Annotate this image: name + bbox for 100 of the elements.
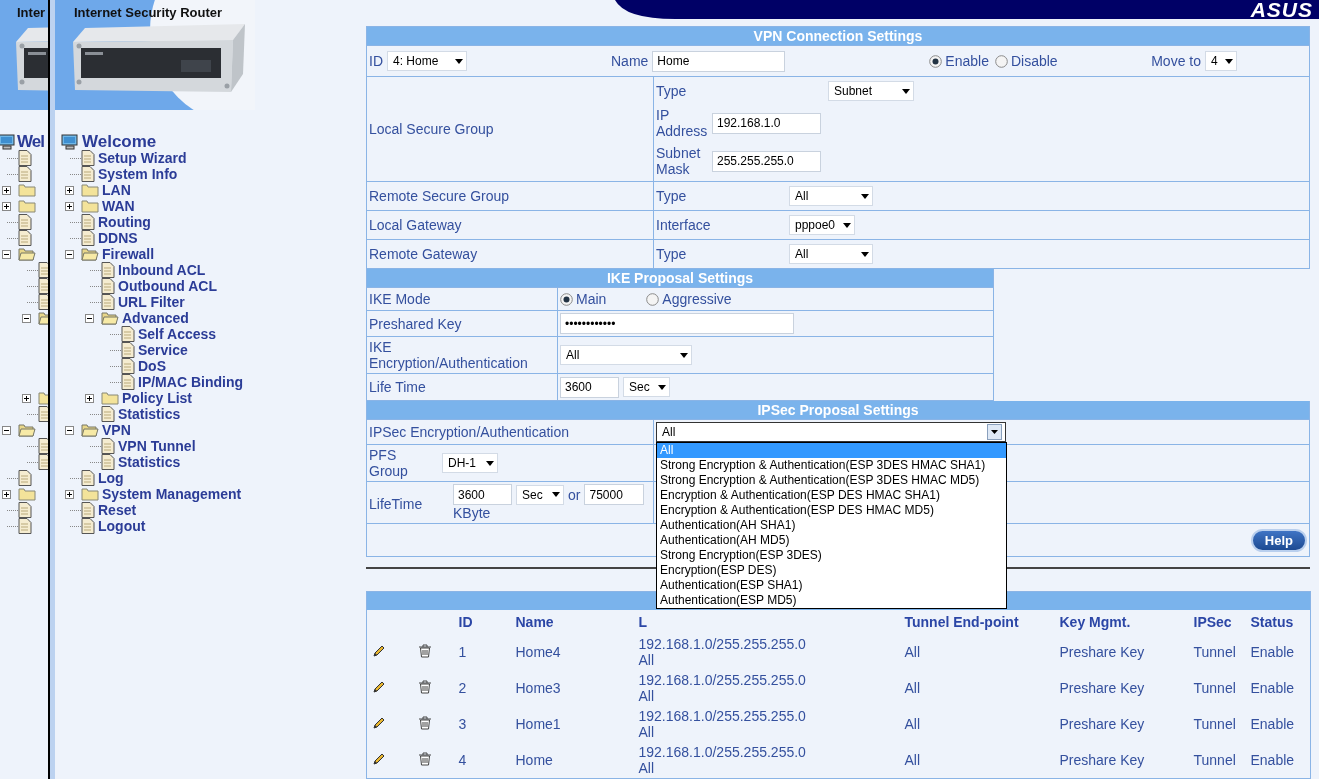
row-label: Remote Gateway [369, 246, 478, 262]
trash-icon[interactable] [417, 715, 432, 730]
trash-icon[interactable] [417, 679, 432, 694]
tree-item[interactable]: Setup Wizard [98, 150, 187, 166]
page-icon [18, 470, 32, 486]
frame-splitter[interactable] [48, 0, 55, 779]
collapse-icon[interactable] [65, 425, 74, 435]
caret-icon [486, 460, 494, 466]
expand-icon[interactable] [65, 489, 74, 499]
input-field[interactable]: 255.255.255.0 [712, 150, 821, 172]
tree-item[interactable]: Statistics [118, 406, 181, 422]
section-header: VPN Connection Settings [366, 26, 1310, 46]
column-header: ID [458, 614, 473, 630]
pencil-icon[interactable] [372, 751, 386, 766]
tree-item[interactable]: Reset [98, 502, 137, 518]
radio-label: Main [576, 291, 607, 307]
collapse-icon[interactable] [2, 425, 11, 435]
password-field[interactable]: •••••••••••• [560, 313, 794, 334]
input-field[interactable]: 75000 [584, 484, 645, 505]
table-cell-text: Enable [1250, 644, 1296, 660]
radio-button[interactable] [994, 54, 1008, 68]
row-label: IKE Mode [369, 291, 431, 307]
dropdown[interactable]: 4 [1205, 51, 1237, 71]
table-cell-text: Home3 [515, 680, 562, 696]
dropdown[interactable]: Sec [516, 484, 564, 505]
collapse-icon[interactable] [22, 313, 31, 323]
tree-item[interactable]: Logout [98, 518, 146, 534]
expand-icon[interactable] [65, 185, 74, 195]
expand-icon[interactable] [2, 489, 11, 499]
folder-icon [18, 199, 36, 213]
table-cell-text: Tunnel [1193, 680, 1237, 696]
tree-item[interactable]: Log [98, 470, 124, 486]
collapse-icon[interactable] [65, 249, 74, 259]
tree-item[interactable]: VPN Tunnel [118, 438, 196, 454]
caret-icon [455, 58, 463, 64]
input-field[interactable]: 192.168.1.0 [712, 112, 821, 134]
table-cell-text: 192.168.1.0/255.255.255.0 [638, 636, 807, 652]
pencil-icon[interactable] [372, 715, 386, 730]
radio-button[interactable] [560, 292, 573, 306]
dropdown[interactable]: All [789, 244, 873, 264]
tree-item[interactable]: Inbound ACL [118, 262, 206, 278]
page-icon [18, 502, 32, 518]
dropdown[interactable]: 4: Home [387, 51, 467, 71]
tree-item[interactable]: System Info [98, 166, 178, 182]
expand-icon[interactable] [85, 393, 94, 403]
section-header: IPSec Proposal Settings [366, 401, 1310, 420]
help-button[interactable]: Help [1250, 528, 1307, 552]
page-icon [81, 166, 95, 182]
collapse-icon[interactable] [2, 249, 11, 259]
tree-item[interactable]: Statistics [118, 454, 181, 470]
tree-item[interactable]: WAN [102, 198, 135, 214]
expand-icon[interactable] [2, 201, 11, 211]
tree-item[interactable]: Self Access [138, 326, 217, 342]
tree-item[interactable]: DoS [138, 358, 166, 374]
row-label: IPSec Encryption/Authentication [369, 424, 569, 440]
caret-icon [658, 384, 666, 390]
table-cell-text: 4 [458, 752, 468, 768]
radio-button[interactable] [929, 54, 943, 68]
tree-item[interactable]: System Management [102, 486, 242, 502]
dropdown[interactable]: All [789, 186, 873, 206]
tree-item[interactable]: DDNS [98, 230, 138, 246]
pencil-icon[interactable] [372, 679, 386, 694]
tree-item[interactable]: Outbound ACL [118, 278, 217, 294]
tree-item[interactable]: VPN [102, 422, 131, 438]
expand-icon[interactable] [2, 185, 11, 195]
table-cell-text: Preshare Key [1059, 680, 1146, 696]
tree-item[interactable]: Service [138, 342, 188, 358]
tree-item[interactable]: IP/MAC Binding [138, 374, 243, 390]
dropdown[interactable]: pppoe0 [789, 215, 855, 235]
dropdown[interactable]: DH-1 [442, 453, 498, 473]
dropdown[interactable]: All [560, 345, 692, 365]
table-cell-text: All [904, 680, 922, 696]
tree-item[interactable]: Advanced [122, 310, 189, 326]
table-cell-text: All [638, 760, 656, 776]
tree-item[interactable]: LAN [102, 182, 131, 198]
trash-icon[interactable] [417, 643, 432, 658]
field-label: Type [656, 83, 688, 99]
page-icon [18, 166, 32, 182]
tree-item[interactable]: Firewall [102, 246, 155, 262]
tree-item[interactable]: Policy List [122, 390, 193, 406]
tree-item[interactable]: Routing [98, 214, 151, 230]
tree-item[interactable]: Wel [17, 134, 44, 150]
pencil-icon[interactable] [372, 643, 386, 658]
caret-icon [987, 424, 1002, 440]
table-cell-text: All [904, 716, 922, 732]
dropdown[interactable]: Sec [623, 377, 670, 397]
table-cell-text: Tunnel [1193, 716, 1237, 732]
tree-item[interactable]: URL Filter [118, 294, 185, 310]
collapse-icon[interactable] [85, 313, 94, 323]
expand-icon[interactable] [22, 393, 31, 403]
radio-button[interactable] [646, 292, 660, 306]
field-label: Interface [656, 217, 712, 233]
tree-item[interactable]: Welcome [82, 134, 157, 150]
trash-icon[interactable] [417, 751, 432, 766]
input-field[interactable]: Home [652, 50, 786, 72]
column-header: Status [1250, 614, 1294, 630]
expand-icon[interactable] [65, 201, 74, 211]
dropdown[interactable]: Subnet [828, 81, 914, 101]
input-field[interactable]: 3600 [560, 376, 619, 398]
input-field[interactable]: 3600 [453, 484, 512, 505]
